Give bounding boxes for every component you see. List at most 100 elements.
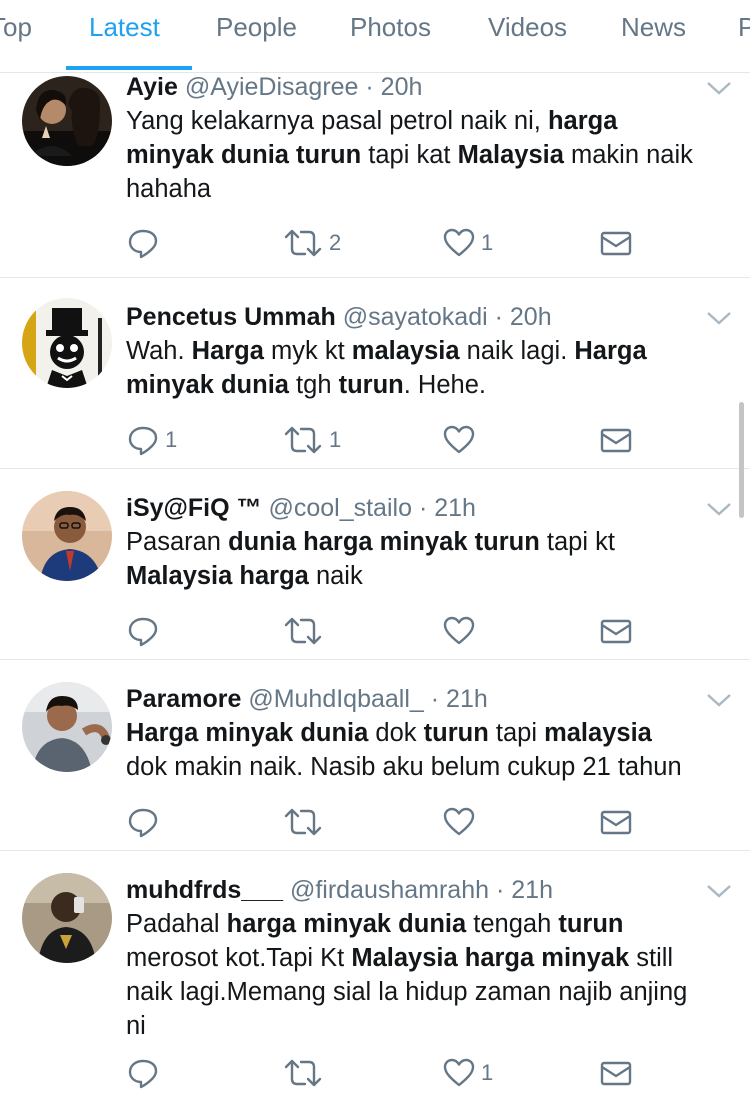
tweet[interactable]: muhdfrds___ @firdaushamrahh · 21h Padaha…: [0, 851, 750, 1091]
reply-count: 1: [165, 427, 178, 452]
tweet-actions: [0, 802, 750, 842]
tab-videos[interactable]: Videos: [488, 12, 567, 42]
highlighted-keyword: Malaysia harga: [126, 562, 309, 590]
dm-button[interactable]: [600, 223, 632, 263]
handle[interactable]: @MuhdIqbaall_: [248, 685, 424, 713]
envelope-icon: [600, 619, 632, 644]
like-button[interactable]: [443, 420, 481, 460]
tab-photos[interactable]: Photos: [350, 12, 431, 42]
tweet-actions: 1: [0, 1053, 750, 1093]
retweet-count: 2: [329, 230, 342, 255]
tab-news[interactable]: News: [621, 12, 686, 42]
dm-button[interactable]: [600, 802, 632, 842]
tweet-actions: 2 1: [0, 223, 750, 263]
handle[interactable]: @AyieDisagree: [185, 73, 359, 101]
search-tabs: Top Latest People Photos Videos News P: [0, 0, 750, 73]
tweet-actions: [0, 611, 750, 651]
avatar[interactable]: [22, 873, 112, 963]
heart-icon: [443, 425, 475, 454]
reply-button[interactable]: [127, 802, 165, 842]
chevron-down-icon[interactable]: [706, 692, 732, 708]
tweet[interactable]: Paramore @MuhdIqbaall_ · 21h Harga minya…: [0, 660, 750, 851]
highlighted-keyword: turun: [338, 371, 404, 399]
timestamp[interactable]: · 21h: [496, 876, 553, 904]
dm-button[interactable]: [600, 1053, 632, 1093]
tab-people[interactable]: People: [216, 12, 297, 42]
avatar[interactable]: [22, 298, 112, 388]
highlighted-keyword: Harga: [191, 337, 264, 365]
chevron-down-icon[interactable]: [706, 501, 732, 517]
envelope-icon: [600, 810, 632, 835]
highlighted-keyword: Harga: [574, 337, 647, 365]
highlighted-keyword: turun: [558, 910, 624, 938]
avatar[interactable]: [22, 491, 112, 581]
tweet-header: Pencetus Ummah @sayatokadi · 20h: [126, 302, 552, 332]
tweet-text: Wah. Harga myk kt malaysia naik lagi. Ha…: [126, 337, 647, 399]
like-button[interactable]: [443, 802, 481, 842]
highlighted-keyword: minyak dunia turun: [126, 141, 362, 169]
display-name[interactable]: Pencetus Ummah: [126, 303, 336, 331]
highlighted-keyword: malaysia: [544, 719, 652, 747]
envelope-icon: [600, 231, 632, 256]
scrollbar[interactable]: [739, 402, 744, 518]
reply-button[interactable]: 1: [127, 420, 177, 460]
tweet-actions: 1 1: [0, 420, 750, 460]
like-button[interactable]: 1: [443, 223, 493, 263]
envelope-icon: [600, 428, 632, 453]
display-name[interactable]: iSy@FiQ ™: [126, 494, 262, 522]
reply-icon: [128, 808, 158, 838]
chevron-down-icon[interactable]: [706, 883, 732, 899]
tweet-feed: Ayie @AyieDisagree · 20h Yang kelakarnya…: [0, 72, 750, 1091]
retweet-button[interactable]: [283, 1053, 329, 1093]
tweet[interactable]: Pencetus Ummah @sayatokadi · 20h Wah. Ha…: [0, 278, 750, 469]
retweet-icon: [284, 1059, 322, 1087]
handle[interactable]: @firdaushamrahh: [290, 876, 489, 904]
reply-icon: [128, 426, 158, 456]
highlighted-keyword: Harga minyak dunia: [126, 719, 369, 747]
reply-button[interactable]: [127, 611, 165, 651]
handle[interactable]: @sayatokadi: [343, 303, 488, 331]
retweet-button[interactable]: [283, 802, 329, 842]
timestamp[interactable]: · 20h: [495, 303, 552, 331]
highlighted-keyword: dunia harga minyak turun: [228, 528, 540, 556]
dm-button[interactable]: [600, 420, 632, 460]
heart-icon: [443, 228, 475, 257]
tab-latest[interactable]: Latest: [89, 12, 160, 42]
timestamp[interactable]: · 21h: [431, 685, 488, 713]
chevron-down-icon[interactable]: [706, 80, 732, 96]
timestamp[interactable]: · 20h: [365, 73, 422, 101]
avatar[interactable]: [22, 76, 112, 166]
heart-icon: [443, 616, 475, 645]
retweet-button[interactable]: 2: [283, 223, 341, 263]
tweet-text: Padahal harga minyak dunia tengah turun m…: [126, 910, 688, 1040]
tweet-text: Harga minyak dunia dok turun tapi malays…: [126, 719, 682, 781]
tab-top[interactable]: Top: [0, 12, 32, 42]
tweet-header: Ayie @AyieDisagree · 20h: [126, 72, 422, 102]
chevron-down-icon[interactable]: [706, 310, 732, 326]
tweet[interactable]: iSy@FiQ ™ @cool_stailo · 21h Pasaran dun…: [0, 469, 750, 660]
retweet-icon: [284, 617, 322, 645]
reply-button[interactable]: [127, 1053, 165, 1093]
highlighted-keyword: Malaysia harga minyak: [351, 944, 630, 972]
dm-button[interactable]: [600, 611, 632, 651]
retweet-button[interactable]: 1: [283, 420, 341, 460]
avatar[interactable]: [22, 682, 112, 772]
retweet-count: 1: [329, 427, 342, 452]
like-count: 1: [481, 230, 494, 255]
display-name[interactable]: muhdfrds___: [126, 876, 283, 904]
tweet[interactable]: Ayie @AyieDisagree · 20h Yang kelakarnya…: [0, 72, 750, 278]
reply-icon: [128, 617, 158, 647]
tweet-text: Yang kelakarnya pasal petrol naik ni, ha…: [126, 107, 693, 203]
tab-partial[interactable]: P: [738, 12, 750, 42]
display-name[interactable]: Paramore: [126, 685, 241, 713]
active-tab-indicator: [66, 66, 192, 70]
timestamp[interactable]: · 21h: [419, 494, 476, 522]
retweet-button[interactable]: [283, 611, 329, 651]
envelope-icon: [600, 1061, 632, 1086]
handle[interactable]: @cool_stailo: [268, 494, 412, 522]
like-button[interactable]: [443, 611, 481, 651]
like-button[interactable]: 1: [443, 1053, 493, 1093]
reply-button[interactable]: [127, 223, 165, 263]
display-name[interactable]: Ayie: [126, 73, 178, 101]
like-count: 1: [481, 1060, 494, 1085]
